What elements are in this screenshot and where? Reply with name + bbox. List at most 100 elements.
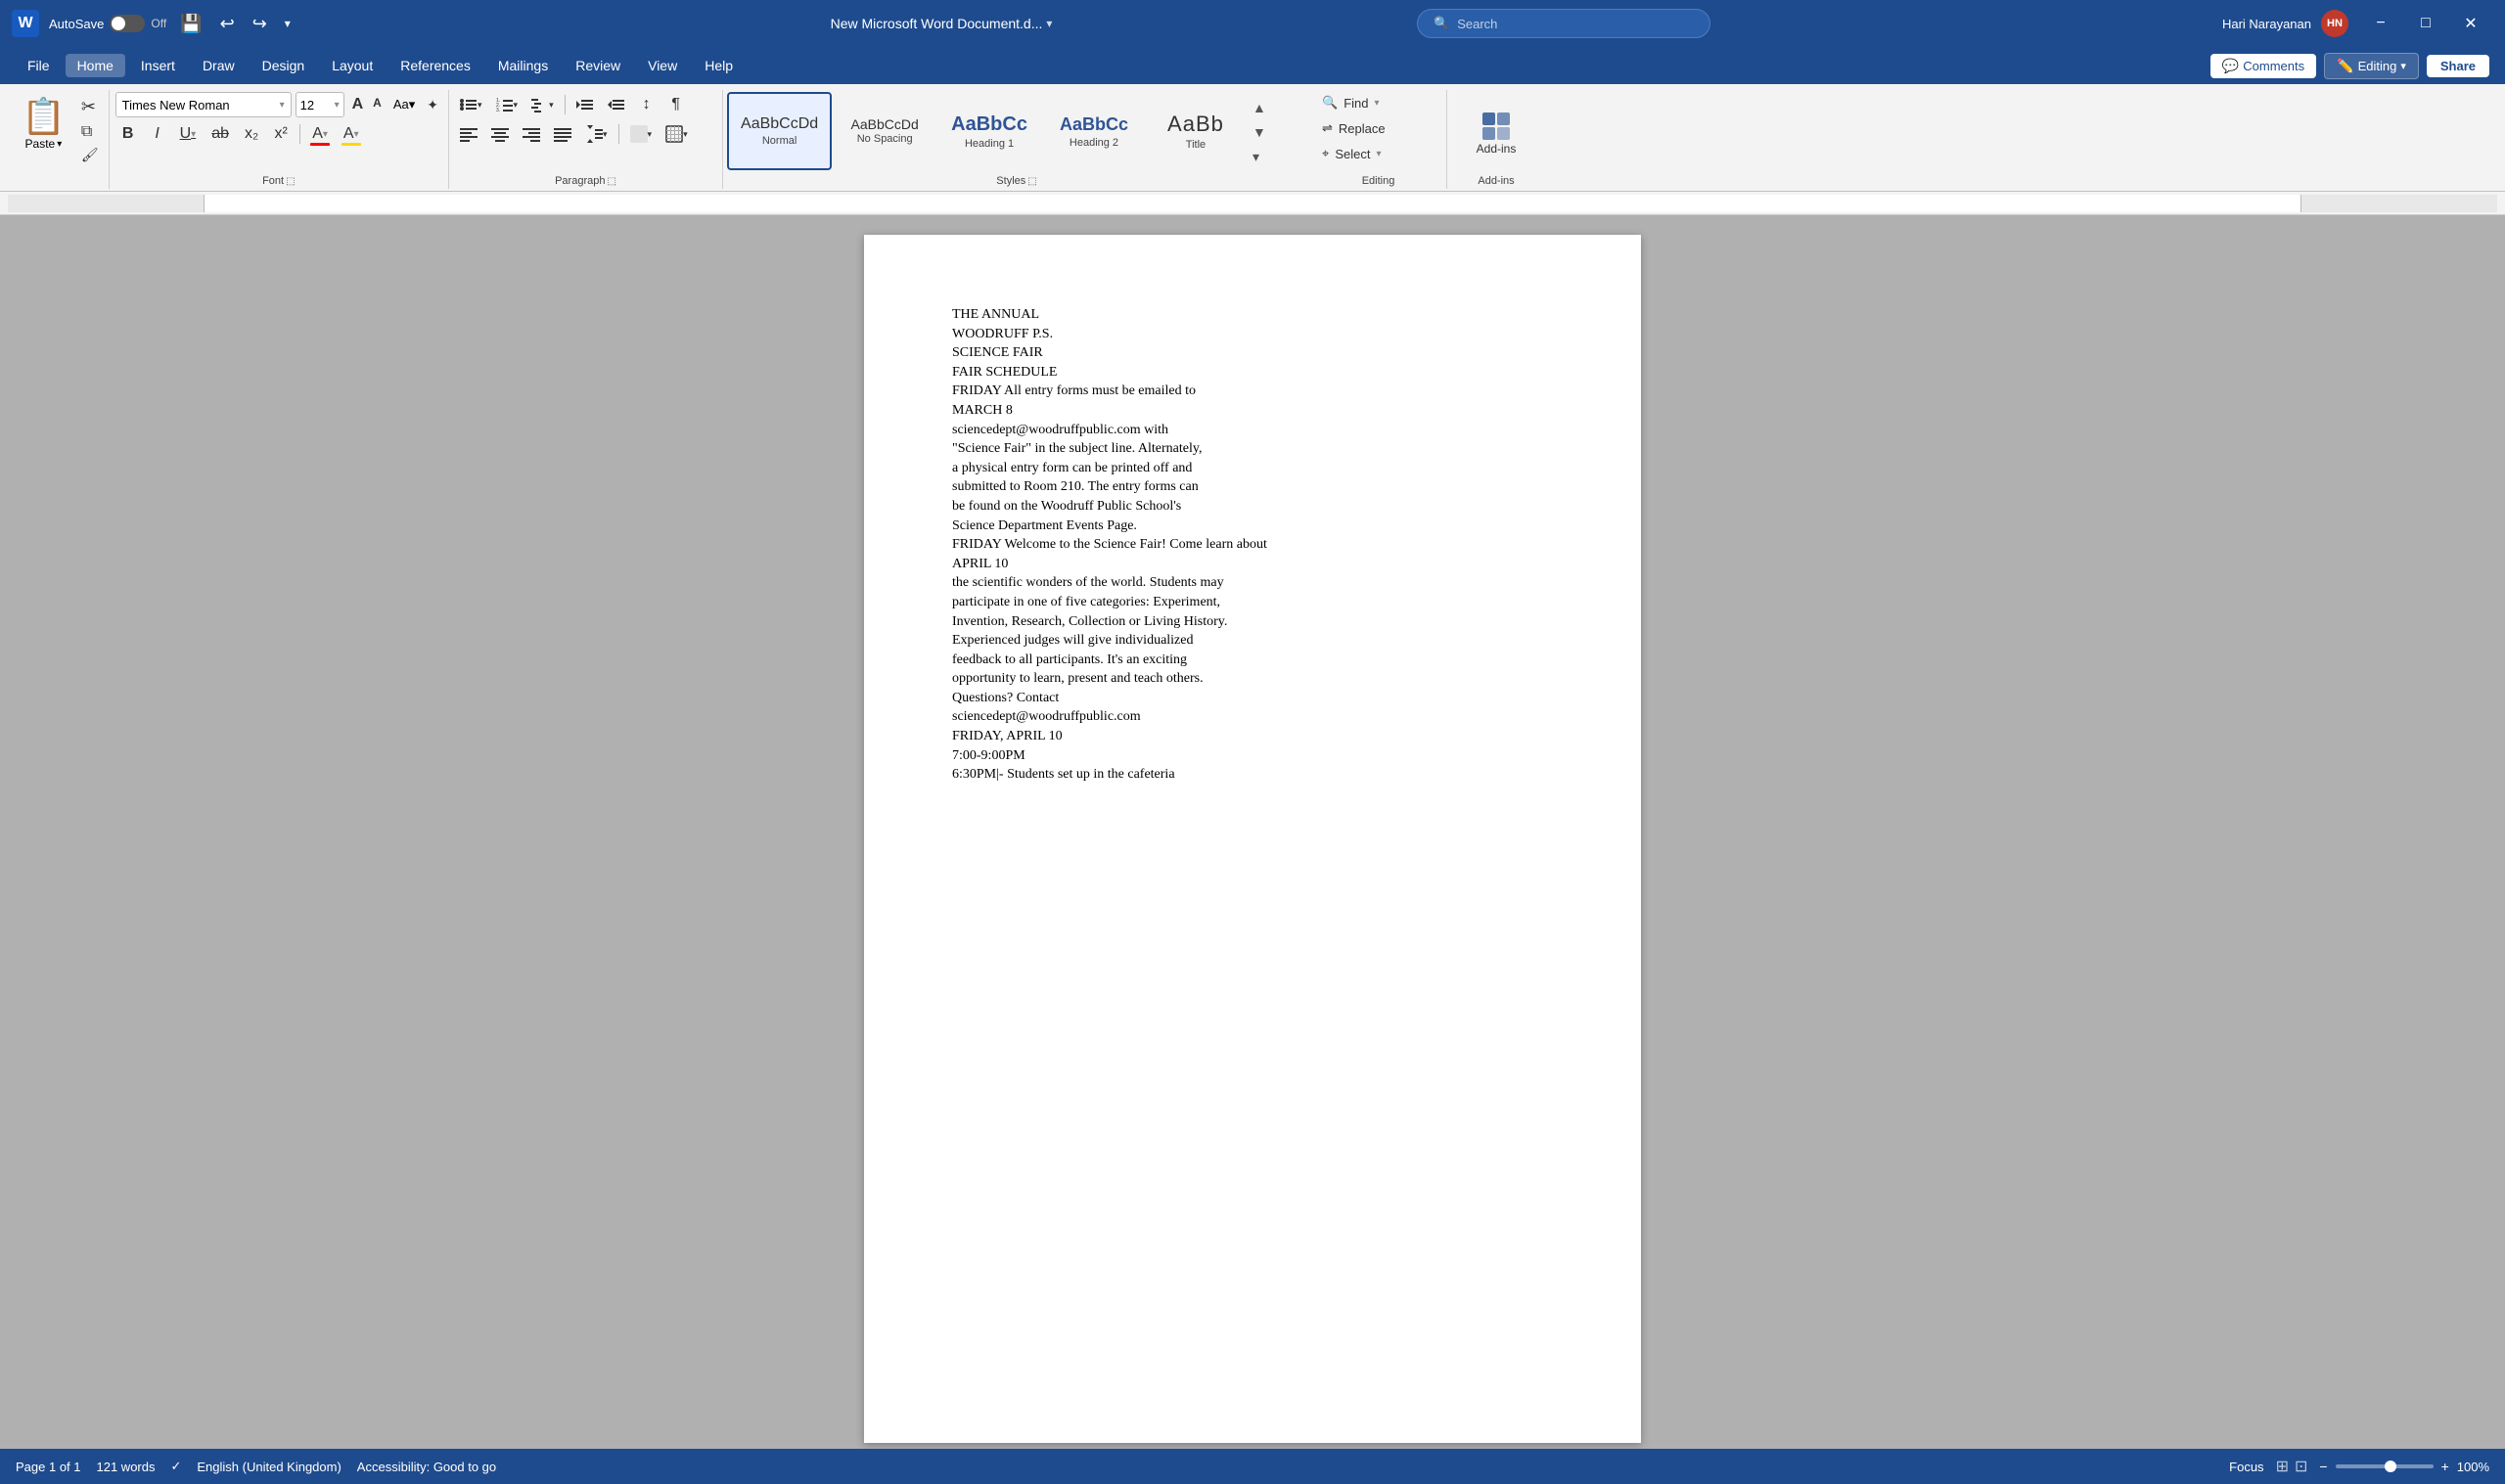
proofing-status[interactable]: ✓ [170,1459,181,1474]
subscript-button[interactable]: x₂ [239,121,264,147]
format-painter-button[interactable]: 🖌 [77,146,103,164]
line-13: FRIDAY Welcome to the Science Fair! Come… [952,535,1553,555]
line-11: be found on the Woodruff Public School's [952,497,1553,517]
align-left-button[interactable] [455,121,482,147]
find-icon: 🔍 [1322,95,1338,111]
zoom-slider[interactable] [2336,1464,2434,1468]
font-decrease-button[interactable]: A [369,94,386,115]
web-layout-icon[interactable]: ⊡ [2295,1457,2307,1476]
style-title[interactable]: AaBb Title [1147,92,1245,170]
change-case-button[interactable]: Aa▾ [389,95,419,114]
strikethrough-button[interactable]: ab [205,121,235,147]
highlight-color-button[interactable]: A ▾ [338,121,365,147]
sort-button[interactable]: ↕ [634,92,660,117]
document-title[interactable]: New Microsoft Word Document.d... ▾ [831,16,1053,31]
user-avatar[interactable]: HN [2321,10,2348,37]
minimize-button[interactable]: − [2358,8,2403,39]
select-button[interactable]: ⌖ Select ▾ [1316,143,1440,164]
replace-button[interactable]: ⇌ Replace [1316,117,1440,139]
superscript-button[interactable]: x² [268,121,294,147]
line-spacing-button[interactable]: ▾ [580,121,613,147]
close-button[interactable]: ✕ [2448,8,2493,39]
print-layout-icon[interactable]: ⊞ [2276,1457,2289,1476]
zoom-slider-thumb[interactable] [2385,1461,2396,1472]
menu-mailings[interactable]: Mailings [486,54,560,77]
bullets-button[interactable]: ▾ [455,92,487,117]
align-center-button[interactable] [486,121,514,147]
zoom-out-button[interactable]: − [2319,1459,2327,1474]
menu-design[interactable]: Design [250,54,317,77]
style-heading1[interactable]: AaBbCc Heading 1 [937,92,1041,170]
line-5: FRIDAY All entry forms must be emailed t… [952,382,1553,401]
maximize-button[interactable]: □ [2403,8,2448,39]
zoom-in-button[interactable]: + [2441,1459,2449,1474]
styles-expand[interactable]: ▾ [1249,147,1270,167]
menu-home[interactable]: Home [66,54,125,77]
font-color-button[interactable]: A ▾ [306,121,334,147]
multilevel-list-button[interactable]: ▾ [526,92,559,117]
search-box[interactable]: 🔍 Search [1417,9,1710,38]
redo-icon[interactable]: ↪ [249,10,271,38]
align-right-button[interactable] [518,121,545,147]
show-marks-button[interactable]: ¶ [663,92,689,117]
paragraph-group: ▾ 1.2.3. ▾ ▾ [449,90,723,189]
focus-button[interactable]: Focus [2229,1460,2263,1474]
shading-button[interactable]: ▾ [625,121,658,147]
font-increase-button[interactable]: A [348,94,368,115]
language-selector[interactable]: English (United Kingdom) [197,1460,341,1474]
line-21: Questions? Contact [952,689,1553,708]
find-button[interactable]: 🔍 Find ▾ [1316,92,1440,113]
editing-button[interactable]: ✏️ Editing ▾ [2324,53,2419,79]
paste-button[interactable]: 📋 Paste ▾ [14,92,73,155]
underline-button[interactable]: U ▾ [174,121,203,147]
line-18: Experienced judges will give individuali… [952,631,1553,651]
italic-button[interactable]: I [145,121,170,147]
line-15: the scientific wonders of the world. Stu… [952,573,1553,593]
line-1: THE ANNUAL [952,305,1553,325]
word-count[interactable]: 121 words [97,1460,156,1474]
menu-references[interactable]: References [388,54,482,77]
styles-scroll-down[interactable]: ▼ [1249,122,1270,142]
status-bar: Page 1 of 1 121 words ✓ English (United … [0,1449,2505,1484]
justify-button[interactable] [549,121,576,147]
font-family-select[interactable]: Times New Roman ▾ [115,92,292,117]
style-nospace-label: No Spacing [849,133,920,145]
menu-draw[interactable]: Draw [191,54,247,77]
menu-review[interactable]: Review [564,54,632,77]
style-normal-preview: AaBbCcDd [741,115,818,133]
accessibility-status[interactable]: Accessibility: Good to go [357,1460,496,1474]
addins-button[interactable]: Add-ins [1469,107,1525,159]
undo-icon[interactable]: ↩ [216,10,239,38]
styles-scroll-up[interactable]: ▲ [1249,98,1270,117]
style-normal[interactable]: AaBbCcDd Normal [727,92,832,170]
document-page[interactable]: THE ANNUAL WOODRUFF P.S. SCIENCE FAIR FA… [864,235,1641,1443]
menu-file[interactable]: File [16,54,62,77]
style-heading2[interactable]: AaBbCc Heading 2 [1045,92,1143,170]
autosave-toggle[interactable] [110,15,145,32]
style-no-spacing[interactable]: AaBbCcDd No Spacing [836,92,934,170]
font-group: Times New Roman ▾ 12 ▾ A A Aa▾ ✦ B [110,90,449,189]
customize-qat-icon[interactable]: ▾ [281,13,295,34]
menu-view[interactable]: View [636,54,689,77]
page-info[interactable]: Page 1 of 1 [16,1460,81,1474]
share-button[interactable]: Share [2427,55,2489,77]
zoom-level[interactable]: 100% [2457,1460,2489,1474]
bold-button[interactable]: B [115,121,141,147]
style-nospace-preview: AaBbCcDd [849,117,920,131]
clear-formatting-button[interactable]: ✦ [423,95,442,115]
copy-button[interactable]: ⧉ [77,122,103,142]
comments-button[interactable]: 💬 Comments [2210,54,2316,78]
increase-indent-button[interactable] [603,92,630,117]
decrease-indent-button[interactable] [571,92,599,117]
cut-button[interactable]: ✂ [77,96,103,118]
font-size-select[interactable]: 12 ▾ [296,92,344,117]
menu-layout[interactable]: Layout [320,54,385,77]
addins-label: Add-ins [1453,173,1539,189]
line-12: Science Department Events Page. [952,517,1553,536]
save-icon[interactable]: 💾 [176,10,205,38]
borders-button[interactable]: ▾ [660,121,693,147]
menu-help[interactable]: Help [693,54,745,77]
menu-insert[interactable]: Insert [129,54,187,77]
word-app-icon: W [12,10,39,37]
numbering-button[interactable]: 1.2.3. ▾ [491,92,524,117]
